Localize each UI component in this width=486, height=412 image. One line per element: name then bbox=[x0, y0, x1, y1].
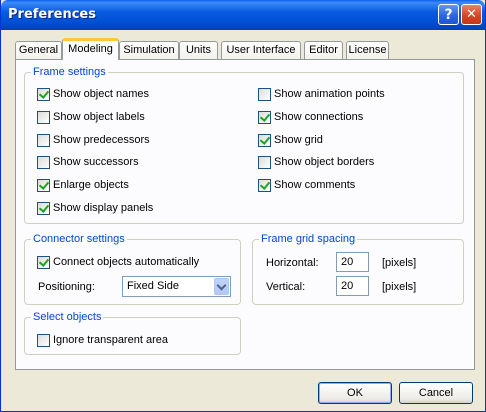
vertical-value: 20 bbox=[341, 280, 354, 292]
checkbox-show-successors[interactable]: Show successors bbox=[37, 154, 139, 170]
close-button[interactable]: ✕ bbox=[461, 4, 482, 25]
checkbox-label: Show animation points bbox=[274, 88, 385, 100]
select-objects-title: Select objects bbox=[31, 310, 104, 324]
checkbox-label: Show object names bbox=[53, 88, 149, 100]
tab-modeling[interactable]: Modeling bbox=[62, 38, 119, 60]
checkbox-label: Ignore transparent area bbox=[53, 334, 168, 346]
checkbox-connect-automatically[interactable]: Connect objects automatically bbox=[37, 254, 199, 270]
checkbox-label: Show object borders bbox=[274, 156, 375, 168]
title-bar[interactable]: Preferences ? ✕ bbox=[1, 0, 485, 30]
checkbox-label: Enlarge objects bbox=[53, 179, 129, 191]
chevron-down-icon[interactable] bbox=[214, 278, 229, 295]
checkbox-box[interactable] bbox=[37, 201, 50, 215]
checkbox-enlarge-objects[interactable]: Enlarge objects bbox=[37, 177, 129, 193]
checkbox-label: Show display panels bbox=[53, 202, 154, 214]
checkbox-show-object-borders[interactable]: Show object borders bbox=[258, 154, 374, 170]
checkbox-box[interactable] bbox=[37, 133, 50, 147]
horizontal-value: 20 bbox=[341, 256, 354, 268]
checkbox-show-animation-points[interactable]: Show animation points bbox=[258, 86, 385, 102]
horizontal-input[interactable]: 20 bbox=[336, 252, 369, 272]
horizontal-label: Horizontal: bbox=[266, 257, 319, 269]
vertical-unit: [pixels] bbox=[382, 281, 417, 293]
tab-units[interactable]: Units bbox=[179, 41, 218, 60]
close-icon: ✕ bbox=[466, 7, 477, 22]
checkbox-label: Show comments bbox=[274, 179, 356, 191]
vertical-input[interactable]: 20 bbox=[336, 276, 369, 296]
checkbox-box[interactable] bbox=[37, 178, 50, 192]
checkbox-box[interactable] bbox=[258, 133, 271, 147]
cancel-button[interactable]: Cancel bbox=[399, 382, 473, 404]
checkbox-label: Connect objects automatically bbox=[53, 256, 200, 268]
checkbox-show-grid[interactable]: Show grid bbox=[258, 132, 323, 148]
checkbox-box[interactable] bbox=[258, 87, 271, 101]
checkbox-label: Show successors bbox=[53, 156, 139, 168]
tab-license[interactable]: License bbox=[346, 41, 389, 60]
help-button[interactable]: ? bbox=[438, 4, 459, 25]
checkbox-box[interactable] bbox=[258, 155, 271, 169]
checkbox-box[interactable] bbox=[37, 155, 50, 169]
checkbox-show-object-labels[interactable]: Show object labels bbox=[37, 109, 145, 125]
tab-editor[interactable]: Editor bbox=[304, 41, 343, 60]
positioning-label: Positioning: bbox=[38, 281, 95, 293]
checkbox-show-display-panels[interactable]: Show display panels bbox=[37, 200, 153, 216]
checkbox-box[interactable] bbox=[258, 110, 271, 124]
checkbox-label: Show object labels bbox=[53, 111, 145, 123]
vertical-label: Vertical: bbox=[266, 281, 306, 293]
checkbox-box[interactable] bbox=[258, 178, 271, 192]
checkbox-label: Show grid bbox=[274, 134, 323, 146]
positioning-select[interactable]: Fixed Side bbox=[122, 276, 231, 297]
checkbox-box[interactable] bbox=[37, 110, 50, 124]
checkbox-box[interactable] bbox=[37, 333, 50, 347]
connector-settings-title: Connector settings bbox=[31, 232, 127, 246]
horizontal-unit: [pixels] bbox=[382, 257, 417, 269]
ok-button[interactable]: OK bbox=[318, 382, 392, 404]
tab-user-interface[interactable]: User Interface bbox=[221, 41, 301, 60]
tab-simulation[interactable]: Simulation bbox=[119, 41, 179, 60]
tab-general[interactable]: General bbox=[15, 41, 62, 60]
checkbox-show-object-names[interactable]: Show object names bbox=[37, 86, 149, 102]
checkbox-box[interactable] bbox=[37, 255, 50, 269]
help-icon: ? bbox=[444, 6, 453, 23]
checkbox-show-predecessors[interactable]: Show predecessors bbox=[37, 132, 150, 148]
positioning-value: Fixed Side bbox=[127, 280, 179, 292]
frame-settings-title: Frame settings bbox=[31, 65, 108, 79]
frame-grid-title: Frame grid spacing bbox=[259, 232, 358, 246]
preferences-dialog: Preferences ? ✕ General Modeling Simulat… bbox=[0, 0, 486, 412]
checkbox-label: Show connections bbox=[274, 111, 364, 123]
checkbox-show-connections[interactable]: Show connections bbox=[258, 109, 363, 125]
checkbox-label: Show predecessors bbox=[53, 134, 150, 146]
checkbox-ignore-transparent[interactable]: Ignore transparent area bbox=[37, 332, 168, 348]
window-title: Preferences bbox=[8, 7, 96, 22]
checkbox-show-comments[interactable]: Show comments bbox=[258, 177, 355, 193]
checkbox-box[interactable] bbox=[37, 87, 50, 101]
